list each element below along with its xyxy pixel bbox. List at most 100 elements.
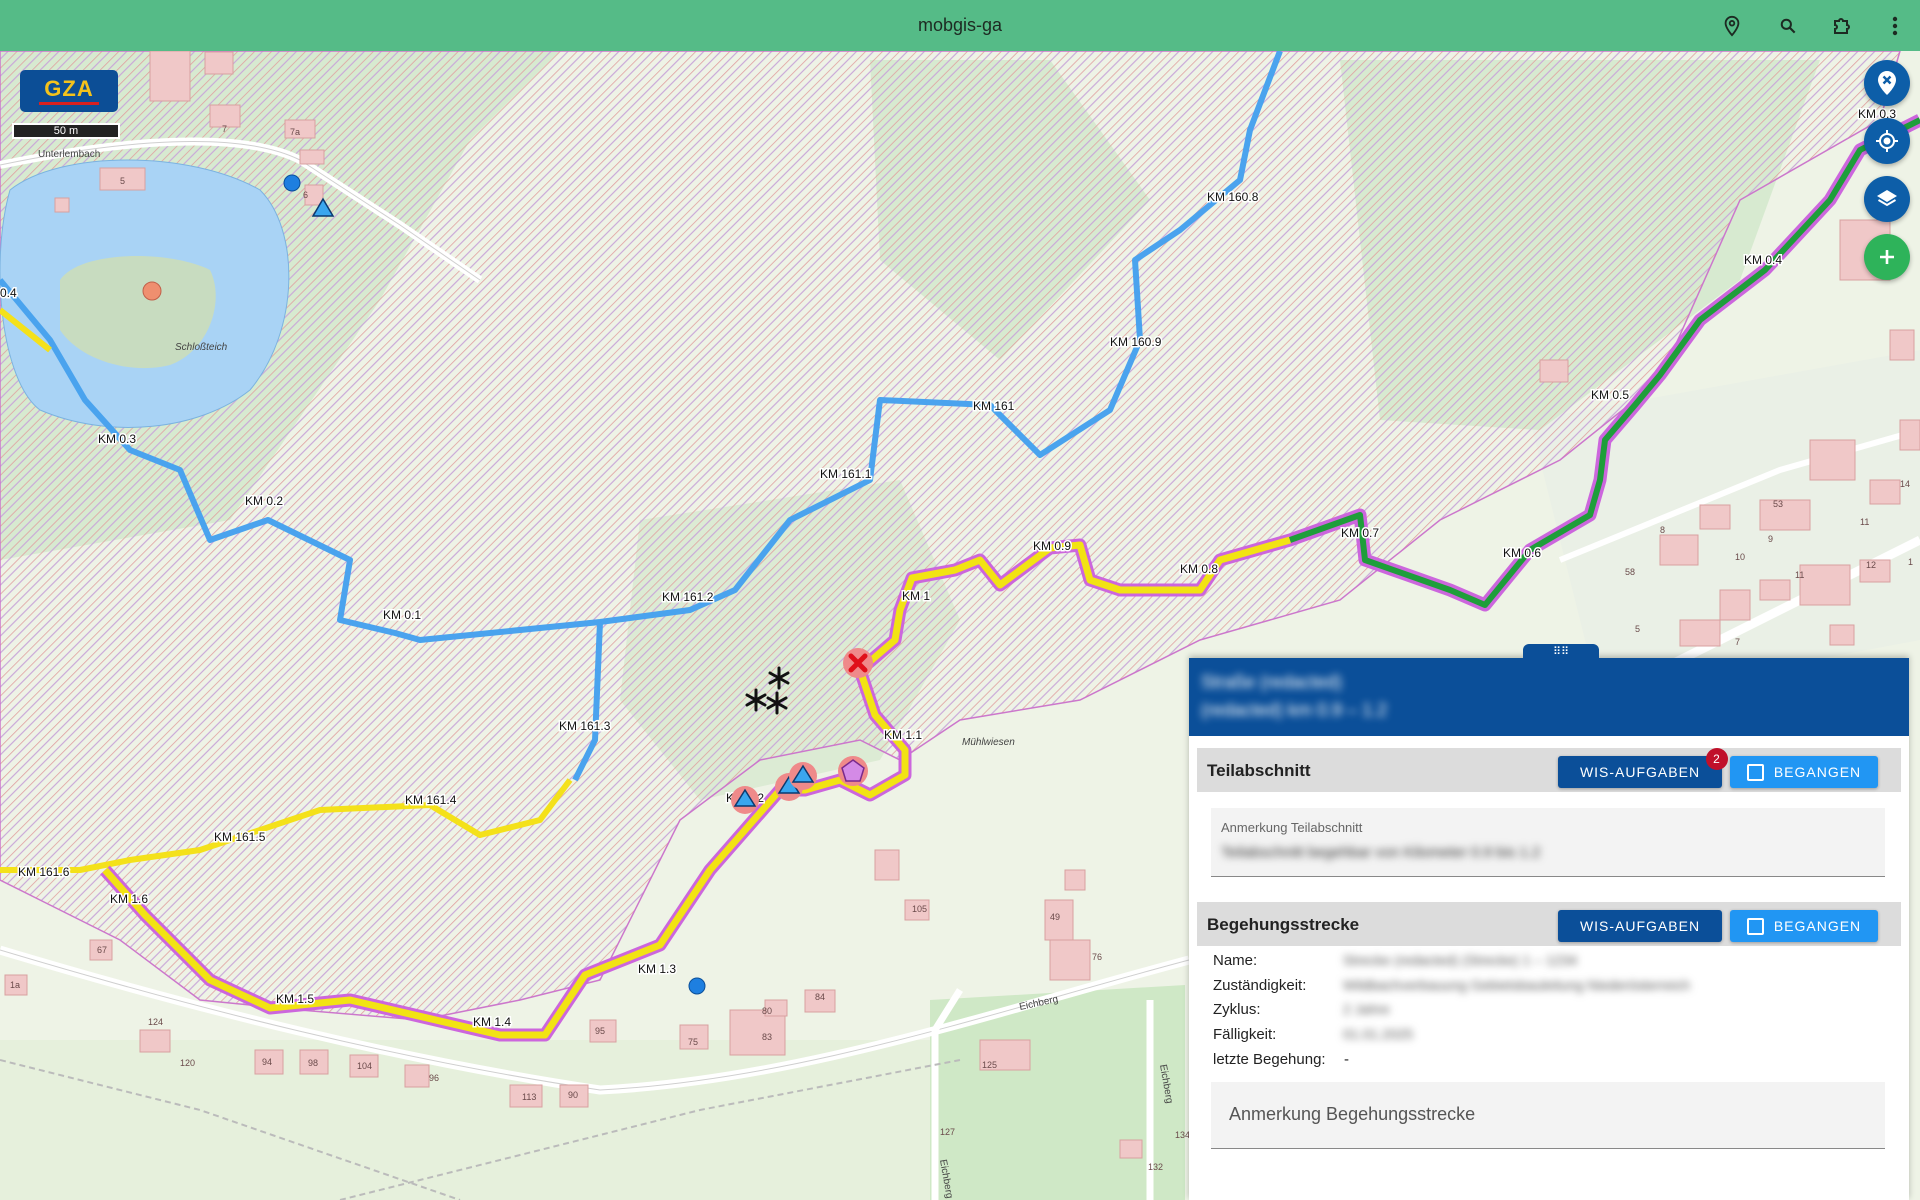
svg-text:94: 94 bbox=[262, 1057, 272, 1067]
info-label-name: Name: bbox=[1213, 952, 1258, 969]
svg-text:KM 0.6: KM 0.6 bbox=[1503, 546, 1541, 560]
svg-text:5: 5 bbox=[120, 176, 125, 186]
svg-text:1a: 1a bbox=[10, 980, 20, 990]
street-label: Unterlembach bbox=[38, 149, 100, 160]
info-value-name: Strecke (redacted) (Strecke) 1 – 1234 bbox=[1343, 952, 1578, 968]
pond-label: Schloßteich bbox=[175, 342, 228, 353]
app-bar: mobgis-ga bbox=[0, 0, 1920, 51]
svg-text:KM 0.5: KM 0.5 bbox=[1591, 388, 1629, 402]
button-label: BEGANGEN bbox=[1773, 764, 1862, 780]
svg-text:KM 161.6: KM 161.6 bbox=[18, 865, 70, 879]
svg-text:KM 161: KM 161 bbox=[973, 399, 1015, 413]
begangen-checkbox-button[interactable]: BEGANGEN bbox=[1730, 910, 1878, 942]
svg-text:127: 127 bbox=[940, 1127, 955, 1137]
svg-text:7: 7 bbox=[222, 124, 227, 134]
svg-text:KM 0.1: KM 0.1 bbox=[383, 608, 421, 622]
svg-text:104: 104 bbox=[357, 1061, 372, 1071]
svg-text:KM 161.4: KM 161.4 bbox=[405, 793, 457, 807]
svg-text:11: 11 bbox=[1860, 517, 1869, 527]
svg-text:113: 113 bbox=[522, 1092, 536, 1102]
svg-text:KM 161.2: KM 161.2 bbox=[662, 590, 714, 604]
notification-badge: 2 bbox=[1706, 748, 1728, 770]
panel-header: Straße (redacted) (redacted) km 0.9 – 1.… bbox=[1189, 658, 1909, 736]
svg-text:49: 49 bbox=[1050, 912, 1060, 922]
svg-text:9: 9 bbox=[1768, 534, 1773, 544]
field-value: Teilabschnitt begehbar von Kilometer 0.9… bbox=[1221, 844, 1541, 861]
svg-text:84: 84 bbox=[815, 992, 825, 1002]
svg-text:KM 0.3: KM 0.3 bbox=[98, 432, 136, 446]
svg-text:KM 160.9: KM 160.9 bbox=[1110, 335, 1162, 349]
add-button[interactable] bbox=[1864, 234, 1910, 280]
svg-text:1: 1 bbox=[1908, 557, 1913, 567]
svg-text:76: 76 bbox=[1092, 952, 1102, 962]
svg-text:80: 80 bbox=[762, 1006, 772, 1016]
wis-aufgaben-button[interactable]: WIS-AUFGABEN bbox=[1558, 910, 1722, 942]
extension-icon[interactable] bbox=[1829, 13, 1855, 39]
orange-point-marker[interactable] bbox=[142, 281, 162, 301]
svg-text:8: 8 bbox=[1660, 525, 1665, 535]
svg-text:124: 124 bbox=[148, 1017, 163, 1027]
svg-text:KM 1.6: KM 1.6 bbox=[110, 892, 148, 906]
info-label-letzte-begehung: letzte Begehung: bbox=[1213, 1051, 1326, 1068]
wis-aufgaben-button[interactable]: WIS-AUFGABEN 2 bbox=[1558, 748, 1728, 788]
svg-text:KM 0.8: KM 0.8 bbox=[1180, 562, 1218, 576]
meadow-label: Mühlwiesen bbox=[962, 737, 1015, 748]
blue-point-marker[interactable] bbox=[283, 174, 301, 192]
svg-text:KM 0.9: KM 0.9 bbox=[1033, 539, 1071, 553]
svg-text:KM 161.1: KM 161.1 bbox=[820, 467, 872, 481]
info-value-letzte-begehung: - bbox=[1344, 1051, 1349, 1068]
svg-text:105: 105 bbox=[912, 904, 927, 914]
svg-text:10: 10 bbox=[1735, 552, 1745, 562]
svg-text:67: 67 bbox=[97, 945, 107, 955]
svg-text:12: 12 bbox=[1866, 560, 1876, 570]
svg-text:120: 120 bbox=[180, 1058, 195, 1068]
info-label-faelligkeit: Fälligkeit: bbox=[1213, 1026, 1277, 1043]
svg-text:125: 125 bbox=[982, 1060, 997, 1070]
close-location-button[interactable] bbox=[1864, 60, 1910, 106]
my-location-icon bbox=[1876, 130, 1898, 152]
checkbox-icon bbox=[1746, 917, 1764, 935]
detail-panel: ⠿⠿ Straße (redacted) (redacted) km 0.9 –… bbox=[1189, 644, 1909, 1200]
begangen-checkbox-button[interactable]: BEGANGEN bbox=[1730, 756, 1878, 788]
svg-text:53: 53 bbox=[1773, 499, 1783, 509]
anmerkung-begehungsstrecke-field[interactable]: Anmerkung Begehungsstrecke bbox=[1211, 1082, 1885, 1149]
svg-text:7a: 7a bbox=[290, 127, 300, 137]
button-label: WIS-AUFGABEN bbox=[1579, 764, 1701, 780]
svg-text:11: 11 bbox=[1795, 570, 1804, 580]
svg-text:14: 14 bbox=[1900, 479, 1910, 489]
svg-text:132: 132 bbox=[1148, 1162, 1163, 1172]
info-value-zyklus: 2 Jahre bbox=[1343, 1001, 1390, 1017]
gza-logo: GZA bbox=[20, 70, 118, 112]
svg-text:75: 75 bbox=[688, 1037, 698, 1047]
add-icon bbox=[1880, 250, 1894, 264]
button-label: WIS-AUFGABEN bbox=[1579, 918, 1701, 934]
location-pin-icon[interactable] bbox=[1719, 13, 1745, 39]
header-line-1: Straße (redacted) bbox=[1201, 672, 1343, 692]
svg-text:KM 1.1: KM 1.1 bbox=[884, 728, 922, 742]
layers-button[interactable] bbox=[1864, 176, 1910, 222]
svg-text:KM 0.4: KM 0.4 bbox=[1744, 253, 1782, 267]
svg-text:134: 134 bbox=[1175, 1130, 1190, 1140]
field-placeholder: Anmerkung Begehungsstrecke bbox=[1229, 1104, 1476, 1124]
close-location-icon bbox=[1878, 71, 1896, 95]
anmerkung-teilabschnitt-field[interactable]: Anmerkung Teilabschnitt Teilabschnitt be… bbox=[1211, 808, 1885, 877]
teilabschnitt-header: Teilabschnitt WIS-AUFGABEN 2 BEGANGEN bbox=[1197, 748, 1901, 792]
search-icon[interactable] bbox=[1775, 13, 1801, 39]
svg-text:KM 160.8: KM 160.8 bbox=[1207, 190, 1259, 204]
my-location-button[interactable] bbox=[1864, 118, 1910, 164]
svg-text:KM 161.5: KM 161.5 bbox=[214, 830, 266, 844]
field-label: Anmerkung Teilabschnitt bbox=[1221, 820, 1363, 835]
info-value-zustaendigkeit: Wildbachverbauung Gebietsbauleitung Nied… bbox=[1343, 977, 1691, 993]
info-label-zyklus: Zyklus: bbox=[1213, 1001, 1261, 1018]
svg-text:KM 161.3: KM 161.3 bbox=[559, 719, 611, 733]
button-label: BEGANGEN bbox=[1773, 918, 1862, 934]
header-line-2: (redacted) km 0.9 – 1.2 bbox=[1201, 700, 1388, 720]
app-title: mobgis-ga bbox=[917, 15, 1003, 35]
more-vert-icon[interactable] bbox=[1882, 13, 1908, 39]
blue-point-marker[interactable] bbox=[688, 977, 706, 995]
svg-text:KM 1.3: KM 1.3 bbox=[638, 962, 676, 976]
checkbox-icon bbox=[1746, 763, 1764, 781]
svg-text:5: 5 bbox=[1635, 624, 1640, 634]
layers-icon bbox=[1877, 190, 1897, 207]
section-title: Begehungsstrecke bbox=[1207, 915, 1360, 934]
